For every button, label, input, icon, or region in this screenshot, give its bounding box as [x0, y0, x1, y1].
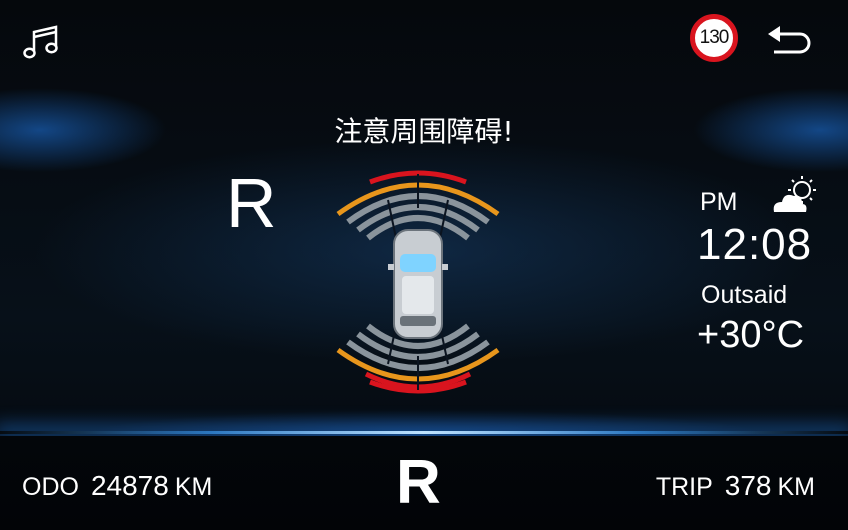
- am-pm-indicator: PM: [700, 188, 738, 216]
- parking-radar: [326, 168, 510, 396]
- odo-unit: KM: [174, 473, 213, 501]
- front-sensor-arcs: [336, 170, 500, 241]
- glow-band: [0, 400, 848, 440]
- outside-temp-value: +30°C: [697, 314, 805, 356]
- horizon-glow-line: [0, 431, 848, 434]
- odo-label: ODO: [22, 473, 79, 501]
- car-icon: [388, 229, 448, 339]
- partly-cloudy-icon: [768, 174, 822, 220]
- odo-value: 24878: [90, 470, 169, 501]
- back-arrow-icon[interactable]: [764, 22, 812, 56]
- clock-time: 12:08: [697, 220, 813, 269]
- gear-indicator: R: [226, 164, 277, 242]
- trip-value: 378: [724, 470, 772, 501]
- obstacle-warning-text: 注意周围障碍!: [334, 115, 514, 148]
- odometer: ODO 24878 KM: [22, 470, 212, 502]
- speed-limit-value: 130: [699, 27, 730, 48]
- trip-unit: KM: [777, 473, 816, 501]
- trip-label: TRIP: [655, 473, 713, 501]
- outside-temp-label: Outsaid: [701, 281, 788, 309]
- trip-meter: TRIP 378 KM: [656, 470, 815, 502]
- gear-indicator-bottom: R: [396, 448, 441, 517]
- music-icon[interactable]: [20, 22, 62, 64]
- speed-limit-sign: 130: [690, 14, 738, 62]
